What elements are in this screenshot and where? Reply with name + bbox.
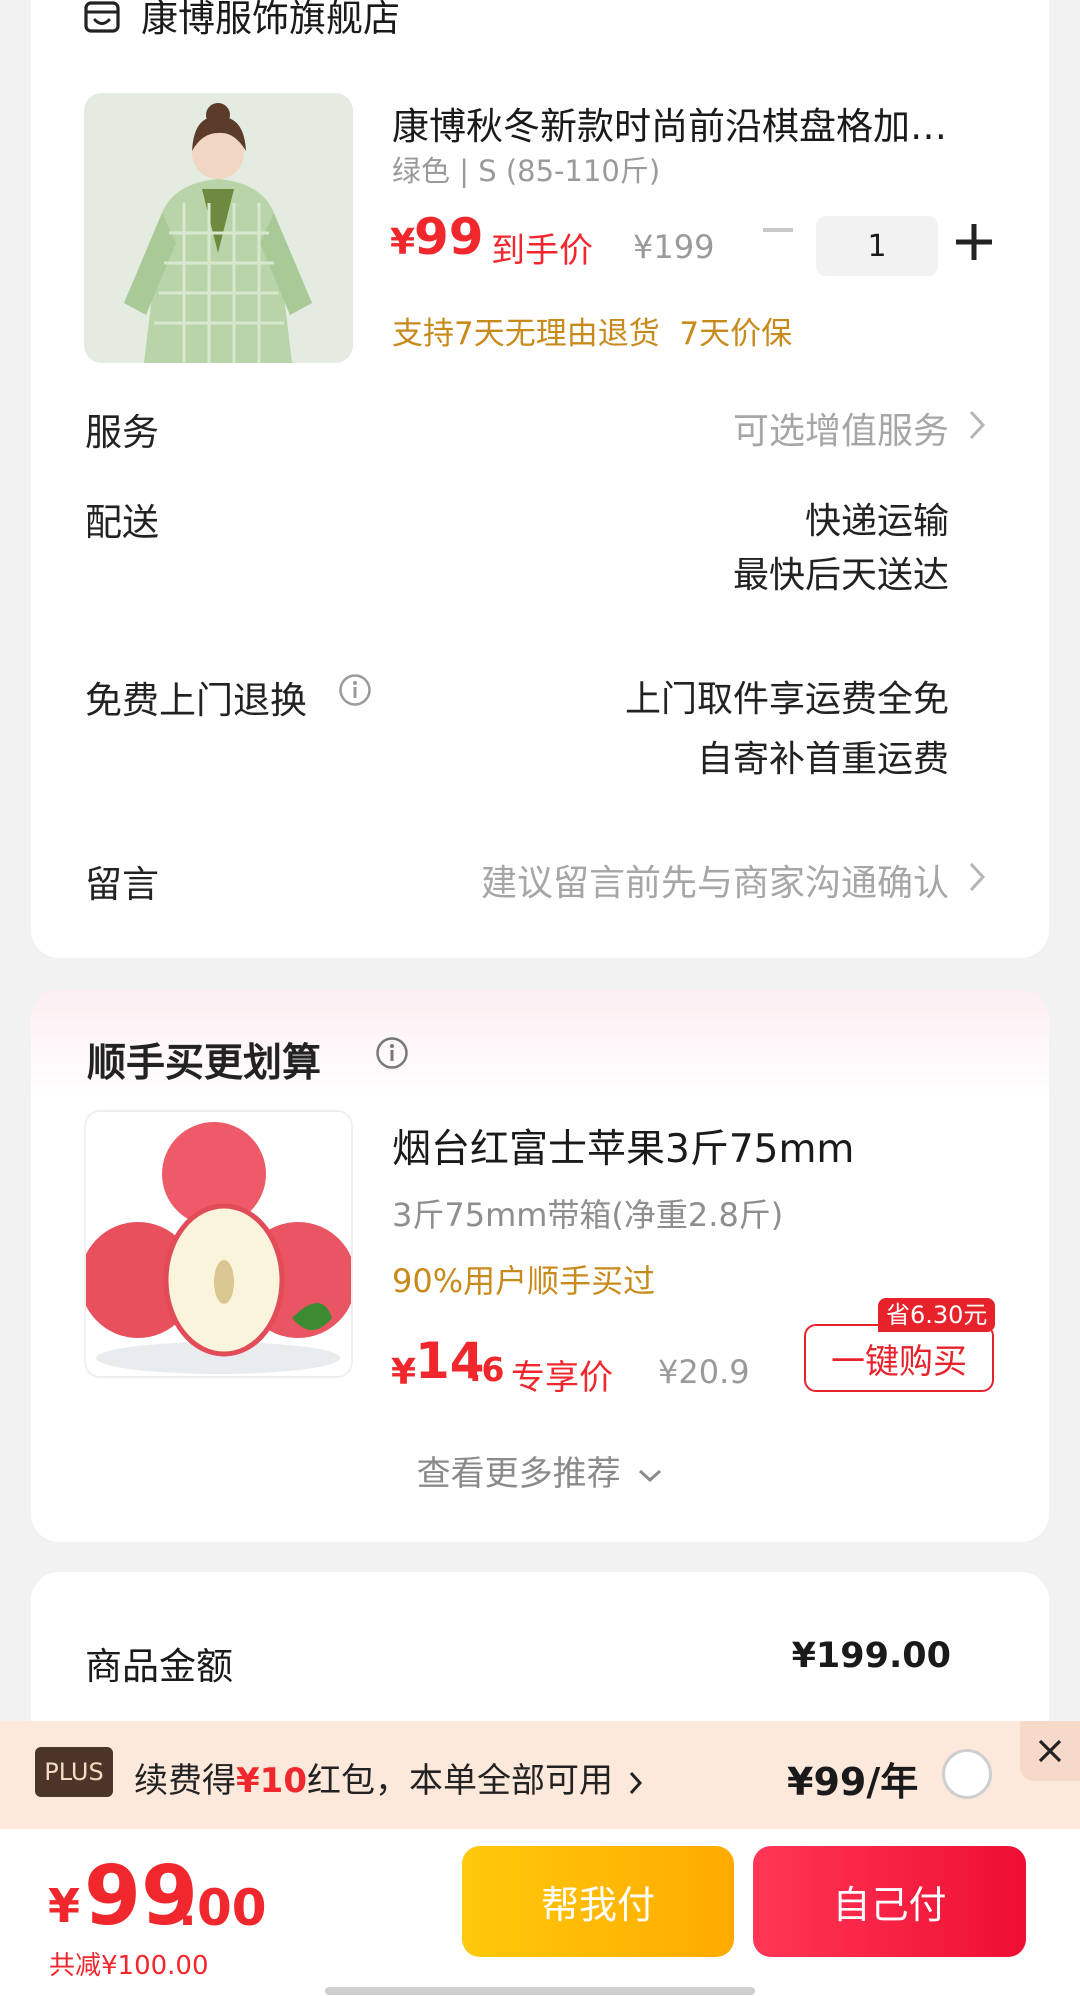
plus-badge: PLUS	[35, 1747, 113, 1797]
plus-price: ¥99/年	[787, 1760, 919, 1804]
total-currency: ¥	[48, 1879, 81, 1933]
info-icon[interactable]	[375, 1036, 409, 1070]
recommend-image[interactable]	[84, 1110, 353, 1378]
recommend-card: 顺手买更划算 烟台红富士苹果3斤75mm 3斤75mm带箱(净重2.8斤) 90…	[31, 990, 1049, 1542]
chevron-right-icon	[629, 1771, 642, 1794]
plus-icon[interactable]	[956, 224, 992, 260]
one-click-buy-button[interactable]: 一键购买	[804, 1324, 994, 1392]
service-label: 服务	[85, 411, 159, 454]
store-icon	[84, 1, 120, 33]
price-currency: ¥	[390, 222, 416, 263]
plus-text-suffix: 红包，本单全部可用	[306, 1761, 613, 1801]
close-icon	[1038, 1739, 1062, 1763]
section-title: 顺手买更划算	[87, 1041, 322, 1086]
quantity-stepper[interactable]: 1	[816, 216, 938, 276]
amount-value: ¥199.00	[791, 1636, 951, 1676]
delivery-method[interactable]: 快递运输	[805, 492, 949, 544]
delivery-label: 配送	[85, 501, 159, 544]
message-label: 留言	[85, 863, 159, 906]
recommend-original-price: ¥20.9	[658, 1353, 750, 1391]
help-pay-button[interactable]: 帮我付	[462, 1846, 734, 1957]
store-name[interactable]: 康博服饰旗舰店	[141, 0, 400, 42]
total-decimal: .00	[178, 1879, 267, 1937]
message-input[interactable]: 建议留言前先与商家沟通确认	[481, 854, 949, 906]
save-badge: 省6.30元	[878, 1298, 996, 1332]
plus-text-prefix: 续费得	[134, 1761, 236, 1801]
product-image[interactable]	[84, 93, 353, 363]
product-price: 99	[414, 208, 484, 266]
chevron-right-icon[interactable]	[967, 860, 987, 894]
amount-label: 商品金额	[85, 1645, 233, 1688]
recommend-price-label: 专享价	[511, 1358, 613, 1398]
original-price: ¥199	[633, 228, 715, 266]
service-value[interactable]: 可选增值服务	[733, 402, 949, 454]
more-recommend-label: 查看更多推荐	[416, 1454, 621, 1494]
order-card: 康博服饰旗舰店 康博秋冬新款时尚前沿棋盘格加… 绿色 | S (85-110斤)…	[31, 0, 1049, 958]
recommend-hint: 90%用户顺手买过	[392, 1262, 656, 1300]
home-indicator[interactable]	[325, 1987, 755, 1995]
plus-text-highlight: ¥10	[236, 1761, 307, 1801]
plus-banner[interactable]: PLUS 续费得¥10红包，本单全部可用 ¥99/年	[0, 1721, 1080, 1829]
info-icon[interactable]	[338, 673, 372, 707]
recommend-currency: ¥	[391, 1352, 417, 1393]
plus-radio[interactable]	[942, 1749, 992, 1799]
return-value-secondary: 自寄补首重运费	[696, 739, 949, 780]
recommend-price-dec: .6	[469, 1350, 505, 1389]
delivery-eta: 最快后天送达	[732, 555, 949, 596]
discount-text: 共减¥100.00	[49, 1951, 209, 1981]
return-value: 上门取件享运费全免	[624, 679, 949, 720]
recommend-spec: 3斤75mm带箱(净重2.8斤)	[392, 1196, 784, 1234]
checkout-bar: ¥ 99 .00 共减¥100.00 帮我付 自己付	[0, 1829, 1080, 1996]
close-button[interactable]	[1020, 1721, 1080, 1781]
service-tags: 支持7天无理由退货 7天价保	[392, 316, 793, 352]
return-label: 免费上门退换	[85, 679, 307, 722]
price-label: 到手价	[491, 231, 593, 271]
product-title[interactable]: 康博秋冬新款时尚前沿棋盘格加…	[392, 96, 982, 150]
recommend-title[interactable]: 烟台红富士苹果3斤75mm	[392, 1118, 854, 1174]
chevron-down-icon	[639, 1469, 662, 1482]
self-pay-button[interactable]: 自己付	[753, 1846, 1026, 1957]
chevron-right-icon[interactable]	[967, 408, 987, 442]
plus-promo-text[interactable]: 续费得¥10红包，本单全部可用	[134, 1753, 644, 1802]
more-recommend-link[interactable]: 查看更多推荐	[31, 1446, 1049, 1495]
minus-icon[interactable]	[761, 200, 795, 260]
product-spec[interactable]: 绿色 | S (85-110斤)	[392, 148, 660, 190]
